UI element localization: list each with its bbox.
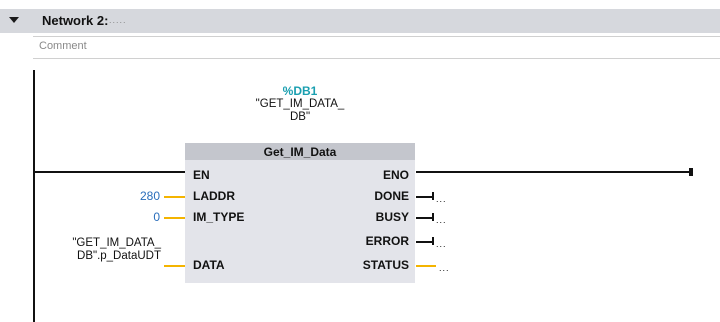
error-connector-end (432, 237, 434, 245)
function-block-get-im-data[interactable]: Get_IM_Data EN LADDR IM_TYPE DATA ENO DO… (185, 143, 415, 283)
im-type-value[interactable]: 0 (100, 210, 160, 224)
data-tag[interactable]: "GET_IM_DATA_ DB".p_DataUDT (40, 237, 161, 263)
pin-im-type-label[interactable]: IM_TYPE (193, 210, 244, 224)
data-connector (164, 265, 185, 267)
error-connector (416, 241, 433, 243)
pin-status-label[interactable]: STATUS (363, 258, 409, 272)
eno-wire (416, 171, 691, 173)
left-power-rail (33, 70, 35, 322)
instance-db-address[interactable]: %DB1 (185, 84, 415, 98)
pin-error-label[interactable]: ERROR (366, 234, 409, 248)
network-header[interactable]: Network 2: ..... (0, 9, 720, 33)
eno-wire-end-marker (689, 168, 693, 176)
en-wire (35, 171, 185, 173)
error-value[interactable]: ... (436, 239, 447, 249)
network-comment-field[interactable]: Comment (33, 36, 720, 59)
pin-done-label[interactable]: DONE (374, 189, 409, 203)
busy-connector-end (432, 213, 434, 221)
done-connector (416, 196, 433, 198)
instance-db-name[interactable]: "GET_IM_DATA_ DB" (185, 98, 415, 124)
busy-value[interactable]: ... (436, 215, 447, 225)
status-value[interactable]: ... (439, 263, 450, 273)
network-description[interactable]: ..... (109, 15, 127, 25)
pin-busy-label[interactable]: BUSY (376, 210, 409, 224)
block-title: Get_IM_Data (263, 145, 337, 159)
laddr-value[interactable]: 280 (100, 189, 160, 203)
pin-en-label[interactable]: EN (193, 168, 210, 182)
im-type-connector (164, 217, 185, 219)
pin-data-label[interactable]: DATA (193, 258, 225, 272)
network-comment-placeholder: Comment (39, 40, 87, 52)
status-connector (416, 265, 436, 267)
pin-eno-label[interactable]: ENO (383, 168, 409, 182)
done-value[interactable]: ... (436, 194, 447, 204)
done-connector-end (432, 192, 434, 200)
collapse-triangle-icon[interactable] (9, 17, 19, 23)
laddr-connector (164, 196, 185, 198)
pin-laddr-label[interactable]: LADDR (193, 189, 235, 203)
network-title: Network 2: (42, 13, 109, 28)
busy-connector (416, 217, 433, 219)
block-title-bar: Get_IM_Data (185, 143, 415, 160)
